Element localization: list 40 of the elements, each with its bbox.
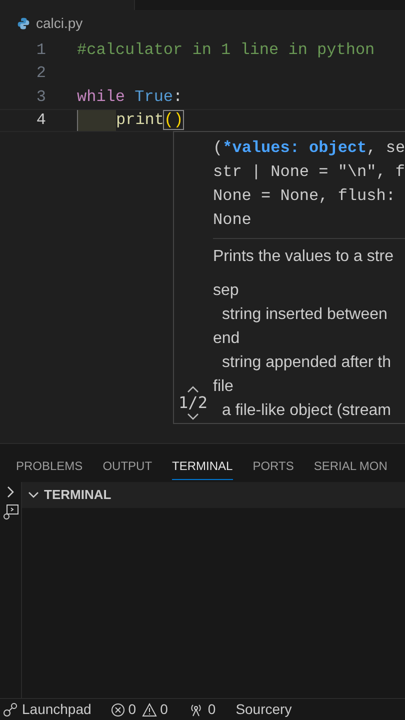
warning-icon	[142, 702, 158, 716]
overload-counter: 1/2	[178, 393, 208, 413]
parameter-name: file	[213, 377, 234, 397]
signature-line: None = None, flush:	[213, 186, 396, 207]
error-icon	[111, 702, 126, 716]
link-icon	[2, 702, 18, 716]
terminal-title: TERMINAL	[44, 486, 112, 504]
signature-line: None	[213, 210, 252, 231]
panel-tab[interactable]: TERMINAL	[172, 452, 233, 480]
chevron-right-icon[interactable]	[6, 486, 14, 498]
line-number: 4	[35, 110, 46, 132]
breadcrumb-file[interactable]: calci.py	[36, 13, 83, 34]
panel-tab[interactable]: PROBLEMS	[16, 452, 83, 480]
parameter-description: string appended after th	[221, 353, 392, 373]
terminal-section-header[interactable]: TERMINAL	[22, 482, 405, 508]
ports-count[interactable]: 0	[208, 699, 216, 720]
parameter-name: sep	[213, 281, 240, 301]
previous-overload-icon[interactable]	[187, 385, 199, 393]
warning-count[interactable]: 0	[160, 699, 168, 720]
code-line: print()	[116, 110, 184, 132]
parameter-name: end	[213, 329, 241, 349]
panel-tab[interactable]: SERIAL MON	[314, 452, 388, 480]
signature-line: (*values: object, se	[213, 138, 405, 159]
sourcery-status[interactable]: Sourcery	[236, 699, 292, 720]
doc-summary: Prints the values to a stre	[213, 247, 395, 267]
python-file-icon	[17, 17, 30, 30]
signature-line: str | None = "\n", f	[213, 162, 405, 183]
error-count[interactable]: 0	[128, 699, 136, 720]
line-number: 1	[35, 40, 46, 61]
panel-tab[interactable]: PORTS	[252, 452, 294, 480]
launchpad-status[interactable]: Launchpad	[22, 699, 92, 720]
panel-tab[interactable]: OUTPUT	[102, 452, 152, 480]
parameter-description: a file-like object (stream	[221, 401, 392, 421]
code-line: while True:	[77, 86, 183, 108]
line-number: 2	[35, 63, 46, 84]
remote-window-icon[interactable]	[2, 504, 18, 520]
line-number: 3	[35, 86, 46, 108]
parameter-description: string inserted between	[221, 305, 388, 325]
next-overload-icon[interactable]	[187, 413, 199, 421]
code-line: #calculator in 1 line in python	[77, 40, 375, 61]
